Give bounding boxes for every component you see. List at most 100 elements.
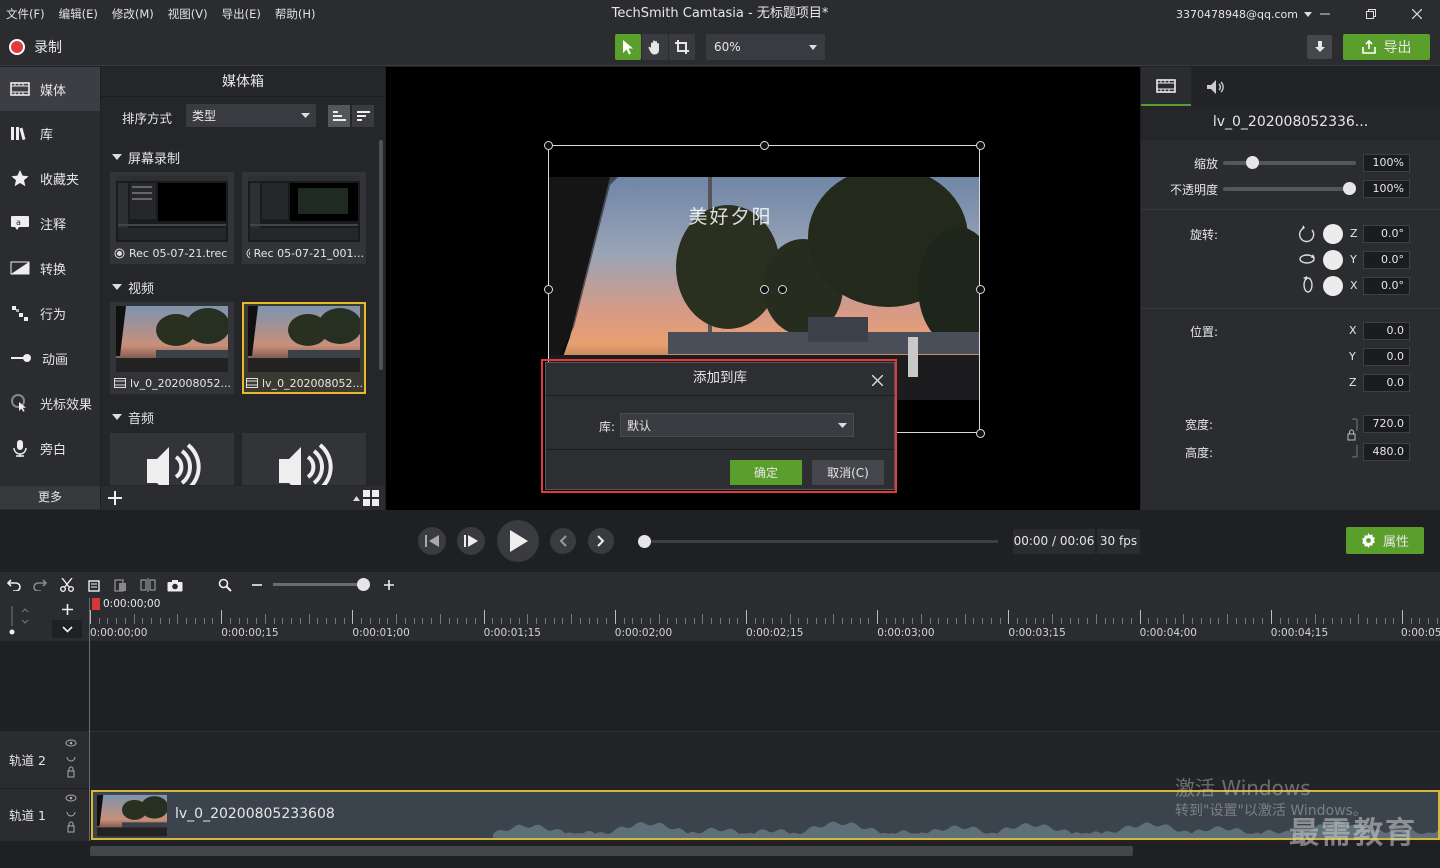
height-input[interactable]: 480.0 xyxy=(1363,443,1410,461)
menu-help[interactable]: 帮助(H) xyxy=(275,6,316,22)
media-item-screen-recording[interactable]: Rec 05-07-21.trec xyxy=(110,172,234,264)
nav-more-button[interactable]: 更多 xyxy=(0,486,100,509)
zoom-out-button[interactable] xyxy=(247,575,267,595)
crop-tool-button[interactable] xyxy=(669,34,695,60)
media-item-audio[interactable] xyxy=(242,433,366,485)
minimize-button[interactable] xyxy=(1302,0,1348,28)
group-audio[interactable]: 音频 xyxy=(112,408,154,427)
nav-cursor-effects[interactable]: 光标效果 xyxy=(0,381,100,425)
snapshot-button[interactable] xyxy=(165,575,185,595)
nav-media[interactable]: 媒体 xyxy=(0,67,100,111)
nav-favorites[interactable]: 收藏夹 xyxy=(0,156,100,200)
opacity-slider-knob[interactable] xyxy=(1343,182,1356,195)
scale-input[interactable]: 100% xyxy=(1363,154,1410,172)
sort-descending-button[interactable] xyxy=(352,105,374,127)
group-video[interactable]: 视频 xyxy=(112,278,154,297)
properties-button[interactable]: 属性 xyxy=(1346,527,1424,554)
import-media-button[interactable] xyxy=(105,488,125,508)
menu-file[interactable]: 文件(F) xyxy=(6,6,45,22)
nav-animations[interactable]: 动画 xyxy=(0,336,100,380)
step-forward-button[interactable] xyxy=(457,527,485,555)
media-item-audio[interactable] xyxy=(110,433,234,485)
center-handle[interactable] xyxy=(760,285,769,294)
rotate-x-input[interactable]: 0.0° xyxy=(1363,277,1410,295)
media-item-screen-recording[interactable]: Rec 05-07-21_001... xyxy=(242,172,366,264)
resize-handle[interactable] xyxy=(760,141,769,150)
add-track-button[interactable] xyxy=(52,600,82,618)
export-button[interactable]: 导出 xyxy=(1343,34,1430,60)
pan-tool-button[interactable] xyxy=(642,34,668,60)
record-button[interactable]: 录制 xyxy=(8,36,62,58)
width-input[interactable]: 720.0 xyxy=(1363,415,1410,433)
rotate-y-dial[interactable] xyxy=(1323,250,1343,270)
nav-library[interactable]: 库 xyxy=(0,111,100,155)
resize-handle[interactable] xyxy=(544,141,553,150)
select-tool-button[interactable] xyxy=(615,34,641,60)
track-options-icon[interactable] xyxy=(65,739,77,781)
account-menu[interactable]: 3370478948@qq.com xyxy=(1176,0,1312,28)
rotate-y-icon xyxy=(1299,254,1315,264)
media-bin-scrollbar[interactable] xyxy=(379,140,383,370)
media-item-video-selected[interactable]: lv_0_202008052... xyxy=(242,302,366,394)
rotate-handle[interactable] xyxy=(778,285,787,294)
timeline-zoom-knob[interactable] xyxy=(357,578,370,591)
paste-button[interactable] xyxy=(110,575,130,595)
nav-voice-narration[interactable]: 旁白 xyxy=(0,426,100,470)
scrub-bar[interactable] xyxy=(640,540,998,543)
previous-button[interactable] xyxy=(550,528,576,554)
view-mode-button[interactable] xyxy=(351,488,381,508)
nav-behaviors[interactable]: 行为 xyxy=(0,291,100,335)
split-button[interactable] xyxy=(138,575,158,595)
position-z-input[interactable]: 0.0 xyxy=(1363,374,1410,392)
restore-button[interactable] xyxy=(1348,0,1394,28)
playhead-timecode[interactable]: 0:00:00;00 xyxy=(92,597,170,611)
resize-handle[interactable] xyxy=(976,141,985,150)
zoom-in-button[interactable] xyxy=(379,575,399,595)
timeline-zoom-slider[interactable] xyxy=(273,583,365,586)
collapse-tracks-button[interactable] xyxy=(52,620,82,638)
opacity-slider[interactable] xyxy=(1223,187,1356,191)
sort-ascending-button[interactable] xyxy=(328,105,350,127)
rotate-z-input[interactable]: 0.0° xyxy=(1363,225,1410,243)
copy-button[interactable] xyxy=(84,575,104,595)
close-icon xyxy=(1412,9,1422,19)
timeline-horizontal-scrollbar[interactable] xyxy=(90,846,1133,856)
resize-handle[interactable] xyxy=(976,429,985,438)
rotate-x-dial[interactable] xyxy=(1323,276,1343,296)
menu-export[interactable]: 导出(E) xyxy=(222,6,261,22)
download-button[interactable] xyxy=(1307,35,1332,59)
sort-select[interactable]: 类型 xyxy=(186,104,316,127)
undo-button[interactable] xyxy=(4,575,24,595)
opacity-input[interactable]: 100% xyxy=(1363,180,1410,198)
menu-view[interactable]: 视图(V) xyxy=(168,6,208,22)
nav-transitions[interactable]: 转换 xyxy=(0,246,100,290)
cut-button[interactable] xyxy=(57,575,77,595)
tab-audio-properties[interactable] xyxy=(1191,67,1241,106)
scale-slider[interactable] xyxy=(1223,161,1356,165)
menu-modify[interactable]: 修改(M) xyxy=(112,6,154,22)
close-window-button[interactable] xyxy=(1394,0,1440,28)
aspect-lock-button[interactable] xyxy=(1346,418,1358,458)
scale-slider-knob[interactable] xyxy=(1246,156,1259,169)
resize-handle[interactable] xyxy=(544,285,553,294)
tab-visual-properties[interactable] xyxy=(1141,67,1191,106)
timeline-empty-area[interactable] xyxy=(90,641,1440,730)
zoom-select[interactable]: 60% xyxy=(706,34,825,60)
scrub-knob[interactable] xyxy=(638,535,651,548)
media-item-video[interactable]: lv_0_202008052... xyxy=(110,302,234,394)
nav-annotations[interactable]: a 注释 xyxy=(0,201,100,245)
resize-handle[interactable] xyxy=(976,285,985,294)
play-button[interactable] xyxy=(497,520,539,562)
zoom-search-button[interactable] xyxy=(215,575,235,595)
step-back-button[interactable] xyxy=(418,527,446,555)
rotate-y-input[interactable]: 0.0° xyxy=(1363,251,1410,269)
menu-edit[interactable]: 编辑(E) xyxy=(59,6,98,22)
section-divider xyxy=(1141,209,1440,210)
position-y-input[interactable]: 0.0 xyxy=(1363,348,1410,366)
group-screen-recordings[interactable]: 屏幕录制 xyxy=(112,148,180,167)
redo-button[interactable] xyxy=(30,575,50,595)
rotate-z-dial[interactable] xyxy=(1323,224,1343,244)
position-x-input[interactable]: 0.0 xyxy=(1363,322,1410,340)
track-options-icon[interactable] xyxy=(65,794,77,836)
next-button[interactable] xyxy=(588,528,614,554)
